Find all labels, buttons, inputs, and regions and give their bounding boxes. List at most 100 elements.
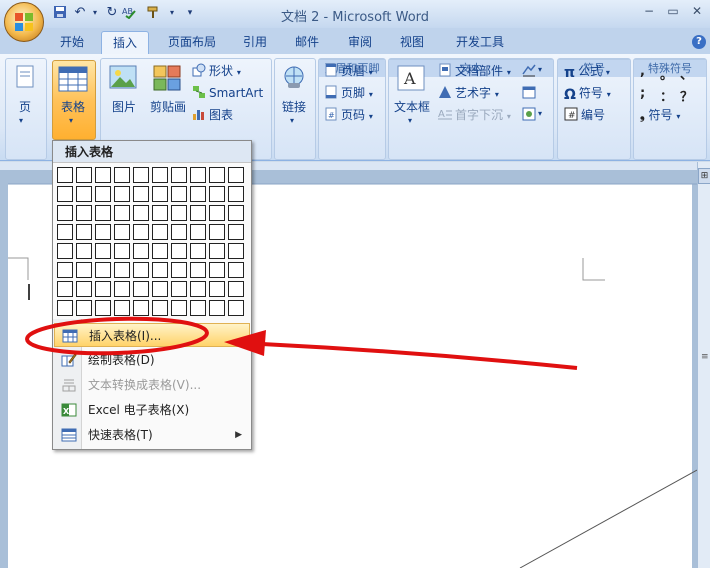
special-symbol-question[interactable]: ？ [680,86,693,105]
grid-cell[interactable] [57,281,73,297]
grid-cell[interactable] [76,281,92,297]
numbering-button[interactable]: # 编号 [564,105,605,125]
office-button[interactable] [4,2,44,42]
grid-cell[interactable] [114,205,130,221]
header-button[interactable]: 页眉 ▾ [324,61,373,81]
special-symbol-period[interactable]: 。 [660,64,673,83]
grid-cell[interactable] [133,281,149,297]
date-time-icon[interactable] [522,85,536,99]
grid-cell[interactable] [228,224,244,240]
grid-cell[interactable] [133,205,149,221]
grid-cell[interactable] [152,300,168,316]
grid-cell[interactable] [152,167,168,183]
tab-references[interactable]: 引用 [232,31,278,54]
grid-cell[interactable] [133,243,149,259]
grid-cell[interactable] [114,300,130,316]
grid-cell[interactable] [209,281,225,297]
minimize-button[interactable]: − [640,4,658,20]
menu-item-draw-table[interactable]: 绘制表格(D) [54,348,250,372]
grid-cell[interactable] [76,186,92,202]
grid-cell[interactable] [228,262,244,278]
grid-cell[interactable] [95,186,111,202]
grid-cell[interactable] [76,224,92,240]
grid-cell[interactable] [228,205,244,221]
grid-cell[interactable] [57,205,73,221]
grid-cell[interactable] [209,262,225,278]
menu-item-quick-tables[interactable]: 快速表格(T) ▶ [54,423,250,447]
grid-cell[interactable] [76,300,92,316]
grid-cell[interactable] [190,243,206,259]
grid-cell[interactable] [76,262,92,278]
grid-cell[interactable] [57,243,73,259]
grid-cell[interactable] [228,186,244,202]
tab-page-layout[interactable]: 页面布局 [156,31,228,54]
grid-cell[interactable] [190,205,206,221]
grid-cell[interactable] [95,262,111,278]
textbox-button[interactable]: 文本框 [390,98,434,115]
tab-review[interactable]: 审阅 [337,31,383,54]
grid-cell[interactable] [133,186,149,202]
tab-developer[interactable]: 开发工具 [446,31,514,54]
help-icon[interactable]: ? [692,35,706,49]
grid-cell[interactable] [76,243,92,259]
wordart-button[interactable]: 艺术字 ▾ [438,83,499,103]
chart-button[interactable]: 图表 [192,105,233,125]
picture-button[interactable]: 图片 [104,98,144,115]
special-symbol-comma[interactable]: , [640,64,645,79]
shapes-button[interactable]: 形状 ▾ [192,61,241,81]
tab-view[interactable]: 视图 [389,31,435,54]
grid-cell[interactable] [95,300,111,316]
grid-cell[interactable] [76,205,92,221]
grid-cell[interactable] [171,167,187,183]
grid-cell[interactable] [95,281,111,297]
tab-home[interactable]: 开始 [48,31,96,54]
special-symbol-button[interactable]: ❟ 符号 ▾ [640,105,680,125]
grid-cell[interactable] [152,281,168,297]
pages-button[interactable]: 页 [5,98,45,115]
grid-cell[interactable] [228,167,244,183]
grid-cell[interactable] [95,167,111,183]
grid-cell[interactable] [57,224,73,240]
grid-cell[interactable] [171,300,187,316]
grid-cell[interactable] [171,205,187,221]
grid-cell[interactable] [95,205,111,221]
grid-cell[interactable] [133,300,149,316]
grid-cell[interactable] [190,300,206,316]
grid-cell[interactable] [57,186,73,202]
vertical-scrollbar[interactable] [697,162,710,568]
grid-cell[interactable] [57,262,73,278]
quickparts-button[interactable]: 文档部件 ▾ [438,61,511,81]
grid-cell[interactable] [133,167,149,183]
grid-cell[interactable] [114,262,130,278]
grid-cell[interactable] [133,224,149,240]
grid-cell[interactable] [171,224,187,240]
grid-cell[interactable] [114,243,130,259]
signature-line-icon[interactable] [522,63,536,77]
grid-cell[interactable] [114,281,130,297]
grid-cell[interactable] [57,300,73,316]
grid-cell[interactable] [152,243,168,259]
grid-cell[interactable] [228,281,244,297]
object-icon[interactable] [522,107,536,121]
grid-cell[interactable] [209,186,225,202]
tab-insert[interactable]: 插入 [101,31,149,55]
grid-cell[interactable] [114,167,130,183]
special-symbol-semicolon[interactable]: ; [640,86,645,101]
grid-cell[interactable] [95,243,111,259]
menu-item-excel-spreadsheet[interactable]: X Excel 电子表格(X) [54,398,250,422]
clipart-button[interactable]: 剪贴画 [146,98,190,115]
equation-button[interactable]: π 公式 ▾ [564,61,610,81]
grid-cell[interactable] [190,281,206,297]
grid-cell[interactable] [209,224,225,240]
grid-cell[interactable] [114,186,130,202]
page-number-button[interactable]: # 页码 ▾ [324,105,373,125]
grid-cell[interactable] [209,243,225,259]
symbol-button[interactable]: Ω 符号 ▾ [564,83,611,103]
special-symbol-colon[interactable]: ： [660,86,673,105]
grid-cell[interactable] [57,167,73,183]
close-button[interactable]: ✕ [688,4,706,20]
footer-button[interactable]: 页脚 ▾ [324,83,373,103]
scroll-thumb-grip-icon[interactable]: ≡ [701,352,709,362]
grid-cell[interactable] [209,167,225,183]
grid-cell[interactable] [190,167,206,183]
